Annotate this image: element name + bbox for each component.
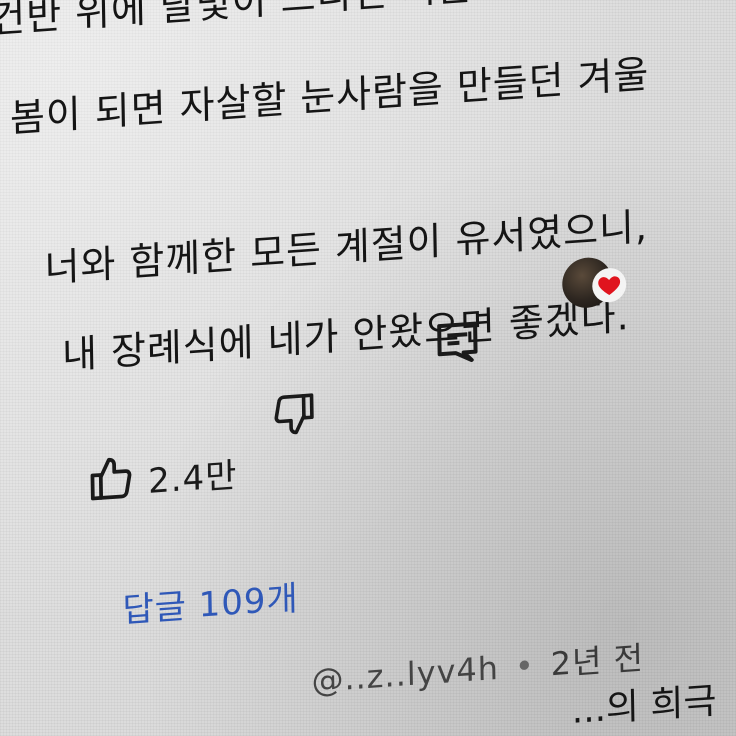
next-comment-author[interactable]: @..z..lyv4h [311, 649, 499, 700]
dislike-button[interactable] [270, 389, 319, 444]
comment-line-1: 건반 위에 달빛이 느리던 겨울 [0, 0, 474, 42]
screen: 건반 위에 달빛이 느리던 겨울 봄이 되면 자살할 눈사람을 만들던 겨울 너… [0, 0, 736, 736]
reply-icon [433, 317, 482, 372]
next-comment-time: 2년 전 [550, 638, 645, 684]
meta-separator: • [514, 646, 536, 686]
comment-line-4: 내 장례식에 네가 안왔으면 좋겠다. [61, 293, 630, 378]
next-comment-text: ...의 희극 [571, 680, 717, 732]
like-button[interactable]: 2.4만 [86, 445, 238, 510]
comment-line-3: 너와 함께한 모든 계절이 유서였으니, [44, 204, 649, 291]
creator-avatar [561, 255, 627, 310]
comment-actions: 2.4만 [85, 255, 685, 535]
thumbs-down-icon [270, 389, 319, 444]
thumbs-up-icon [86, 452, 137, 510]
comment-thread: 건반 위에 달빛이 느리던 겨울 봄이 되면 자살할 눈사람을 만들던 겨울 너… [0, 0, 736, 736]
creator-heart-badge[interactable] [561, 255, 627, 310]
like-count: 2.4만 [147, 455, 238, 502]
view-replies-button[interactable]: 답글 109개 [122, 571, 299, 632]
reply-button[interactable] [433, 317, 482, 372]
comment-line-2: 봄이 되면 자살할 눈사람을 만들던 겨울 [9, 51, 650, 141]
